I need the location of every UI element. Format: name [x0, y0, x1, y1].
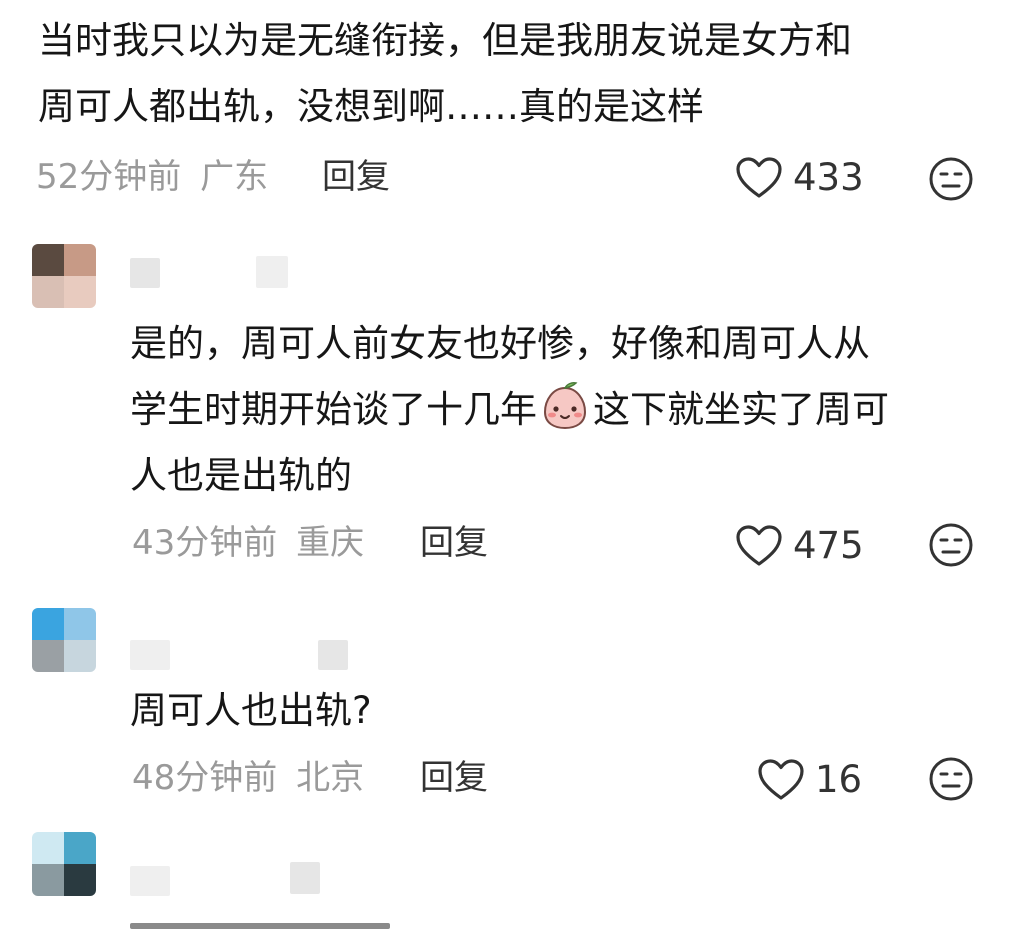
comment-location: 重庆: [296, 523, 365, 563]
comment-location: 广东: [200, 157, 269, 197]
comment-3-text-line-1: 周可人也出轨?: [130, 689, 372, 732]
like-count: 433: [793, 156, 864, 199]
heart-outline-icon: [736, 525, 782, 566]
username-redacted: [130, 866, 170, 896]
comment-1-text-line-1: 当时我只以为是无缝衔接，但是我朋友说是女方和: [38, 19, 852, 62]
username-redacted-2: [290, 862, 320, 894]
avatar[interactable]: [32, 608, 96, 672]
username-redacted-2: [318, 640, 348, 670]
comment-4-text-clipped: [130, 918, 430, 929]
heart-outline-icon: [736, 157, 782, 198]
avatar[interactable]: [32, 832, 96, 896]
comment-1-text-line-2: 周可人都出轨，没想到啊……真的是这样: [38, 85, 704, 128]
like-count: 16: [815, 758, 863, 801]
like-button[interactable]: 16: [757, 758, 862, 802]
comment-2-text-part-a: 学生时期开始谈了十几年: [130, 388, 537, 431]
comment-location: 北京: [296, 758, 365, 798]
comment-time: 43分钟前: [132, 523, 278, 563]
avatar[interactable]: [32, 244, 96, 308]
like-count: 475: [793, 524, 864, 567]
meh-face-icon: [929, 523, 973, 567]
comment-time: 52分钟前: [36, 157, 182, 197]
comment-1-meta: 52分钟前 广东: [36, 157, 268, 197]
comment-2-meta: 43分钟前 重庆: [132, 523, 364, 563]
reply-button[interactable]: 回复: [420, 523, 488, 563]
comment-3-meta: 48分钟前 北京: [132, 758, 364, 798]
peach-face-emoji: [543, 382, 587, 430]
comment-2-text-part-b: 这下就坐实了周可: [593, 388, 889, 431]
username-redacted: [130, 258, 160, 288]
meh-face-icon: [929, 757, 973, 801]
comment-2-text-line-2: 学生时期开始谈了十几年 这下就坐实了周可: [130, 377, 889, 443]
username-redacted-2: [256, 256, 288, 288]
comment-time: 48分钟前: [132, 758, 278, 798]
reply-button[interactable]: 回复: [420, 758, 488, 798]
heart-outline-icon: [758, 759, 804, 800]
dislike-button[interactable]: [928, 156, 974, 206]
dislike-button[interactable]: [928, 756, 974, 806]
meh-face-icon: [929, 157, 973, 201]
dislike-button[interactable]: [928, 522, 974, 572]
comment-2-text-line-3: 人也是出轨的: [130, 454, 352, 497]
comment-2-text-line-1: 是的，周可人前女友也好惨，好像和周可人从: [130, 322, 870, 365]
like-button[interactable]: 475: [735, 524, 864, 568]
reply-button[interactable]: 回复: [322, 157, 390, 197]
like-button[interactable]: 433: [735, 156, 864, 200]
username-redacted: [130, 640, 170, 670]
